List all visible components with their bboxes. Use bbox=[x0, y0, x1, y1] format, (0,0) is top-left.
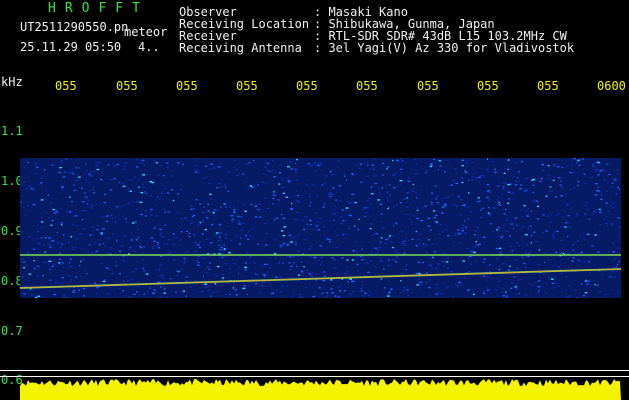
time-tick: 0600 bbox=[597, 79, 626, 93]
datetime: 25.11.29 05:50 bbox=[20, 40, 122, 54]
meteor-label: meteor bbox=[124, 25, 168, 39]
antenna-value: : 3el Yagi(V) Az 330 for Vladivostok bbox=[314, 41, 575, 55]
time-tick: 055 bbox=[116, 79, 138, 93]
freq-tick: 1.1 bbox=[1, 124, 23, 138]
baseline-rule bbox=[0, 370, 629, 371]
signal-level-strip bbox=[20, 379, 621, 400]
logo: HROFFT bbox=[48, 1, 149, 16]
filename: UT2511290550.pn bbox=[20, 20, 129, 34]
time-tick: 055 bbox=[477, 79, 499, 93]
time-tick: 055 bbox=[176, 79, 198, 93]
time-tick: 055 bbox=[236, 79, 258, 93]
time-tick: 055 bbox=[417, 79, 439, 93]
count: 4.. bbox=[138, 40, 160, 54]
time-tick: 055 bbox=[55, 79, 77, 93]
spectrogram bbox=[20, 158, 621, 298]
time-tick: 055 bbox=[537, 79, 559, 93]
antenna-label: Receiving Antenna bbox=[179, 41, 302, 55]
time-tick: 055 bbox=[356, 79, 378, 93]
axis-unit-khz: kHz bbox=[1, 75, 23, 89]
time-tick: 055 bbox=[296, 79, 318, 93]
baseline-rule bbox=[0, 376, 629, 377]
freq-tick: 0.7 bbox=[1, 324, 23, 338]
